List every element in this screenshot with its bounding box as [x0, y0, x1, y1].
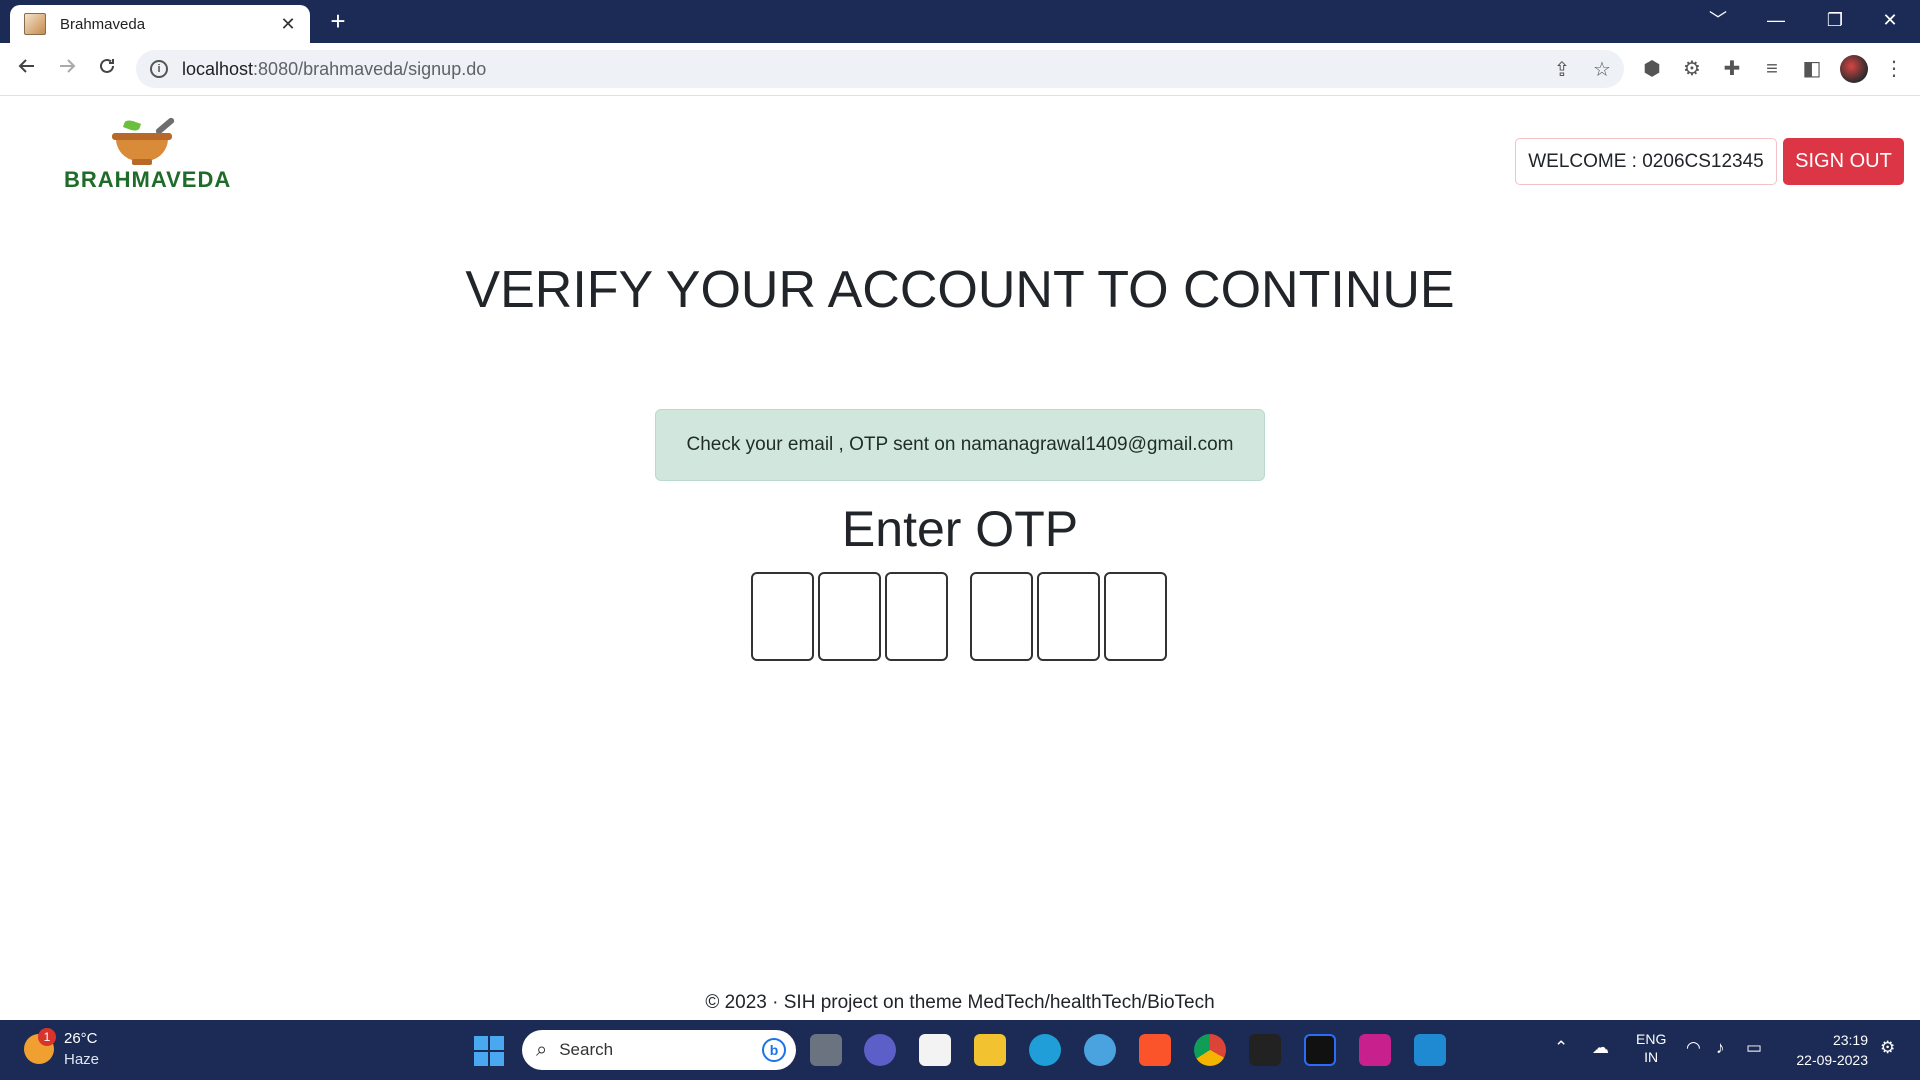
side-panel-icon[interactable]: ◧ — [1800, 57, 1824, 81]
microsoft-store-icon[interactable] — [919, 1034, 951, 1066]
url-path: :8080/brahmaveda/signup.do — [253, 58, 487, 79]
logo-text: BRAHMAVEDA — [64, 167, 232, 192]
edge-icon[interactable] — [1029, 1034, 1061, 1066]
browser-tab[interactable]: Brahmaveda ✕ — [10, 5, 310, 43]
close-window-icon[interactable]: ✕ — [1866, 4, 1914, 36]
settings-extension-icon[interactable]: ⚙ — [1680, 57, 1704, 81]
file-explorer-icon[interactable] — [974, 1034, 1006, 1066]
restore-icon[interactable]: ❐ — [1810, 4, 1860, 36]
region-code: IN — [1644, 1049, 1659, 1065]
close-tab-icon[interactable]: ✕ — [276, 14, 300, 35]
browser-toolbar: i localhost:8080/brahmaveda/signup.do ⇪ … — [0, 43, 1920, 96]
brave-icon[interactable] — [1139, 1034, 1171, 1066]
page-title: VERIFY YOUR ACCOUNT TO CONTINUE — [465, 261, 1455, 319]
reading-list-icon[interactable]: ≡ — [1760, 57, 1784, 81]
profile-avatar[interactable] — [1840, 55, 1868, 83]
taskbar: 1 26°C Haze ⌕ Search b ⌃ ☁ ENG IN ◠ ♪ ▭ … — [0, 1020, 1920, 1080]
search-icon: ⌕ — [536, 1038, 548, 1061]
maps-icon[interactable] — [1084, 1034, 1116, 1066]
otp-digit-6[interactable] — [1104, 572, 1167, 661]
bookmark-star-icon[interactable]: ☆ — [1590, 58, 1614, 82]
footer-text: © 2023 · SIH project on theme MedTech/he… — [705, 992, 1215, 1013]
chrome-icon[interactable] — [1194, 1034, 1226, 1066]
brand-logo[interactable]: BRAHMAVEDA — [64, 116, 244, 192]
weather-condition[interactable]: Haze — [64, 1051, 99, 1068]
otp-digit-5[interactable] — [1037, 572, 1100, 661]
share-icon[interactable]: ⇪ — [1550, 58, 1574, 82]
new-tab-button[interactable]: + — [322, 6, 354, 38]
mortar-base-shape — [132, 159, 152, 165]
windows-start-icon[interactable] — [474, 1036, 504, 1066]
language-indicator[interactable]: ENG IN — [1636, 1030, 1666, 1066]
start-tile — [474, 1036, 488, 1050]
back-icon[interactable] — [11, 53, 43, 85]
weather-temperature[interactable]: 26°C — [64, 1030, 98, 1047]
favicon-icon — [24, 13, 46, 35]
otp-sent-alert: Check your email , OTP sent on namanagra… — [655, 409, 1265, 481]
mysql-workbench-icon[interactable] — [1249, 1034, 1281, 1066]
volume-icon[interactable]: ♪ — [1716, 1038, 1725, 1058]
otp-digit-4[interactable] — [970, 572, 1033, 661]
tab-title: Brahmaveda — [60, 15, 146, 33]
start-tile — [490, 1036, 504, 1050]
browser-tab-bar: Brahmaveda ✕ + ﹀ — ❐ ✕ — [0, 0, 1920, 43]
notification-center-icon[interactable]: ⚙ — [1880, 1038, 1895, 1058]
start-tile — [474, 1052, 488, 1066]
vscode-icon[interactable] — [1414, 1034, 1446, 1066]
battery-icon[interactable]: ▭ — [1746, 1038, 1762, 1058]
clock-time: 23:19 — [1832, 1032, 1868, 1048]
show-hidden-icons-icon[interactable]: ⌃ — [1554, 1038, 1568, 1058]
wifi-icon[interactable]: ◠ — [1686, 1038, 1701, 1058]
otp-digit-3[interactable] — [885, 572, 948, 661]
otp-title: Enter OTP — [841, 501, 1079, 557]
tab-search-icon[interactable]: ﹀ — [1694, 4, 1742, 36]
bing-icon[interactable]: b — [762, 1038, 786, 1062]
language-code: ENG — [1636, 1031, 1667, 1047]
page-content: BRAHMAVEDA WELCOME : 0206CS12345 SIGN OU… — [0, 97, 1920, 1020]
paint-app-icon[interactable] — [1359, 1034, 1391, 1066]
address-bar[interactable]: i localhost:8080/brahmaveda/signup.do ⇪ … — [136, 50, 1624, 88]
teams-chat-icon[interactable] — [864, 1034, 896, 1066]
menu-kebab-icon[interactable]: ⋮ — [1882, 57, 1906, 81]
weather-alert-badge: 1 — [38, 1028, 56, 1046]
taskbar-search-box[interactable]: ⌕ Search b — [522, 1030, 796, 1070]
system-clock[interactable]: 23:19 22-09-2023 — [1786, 1030, 1868, 1070]
minimize-icon[interactable]: — — [1752, 4, 1800, 36]
mortar-rim-shape — [112, 133, 172, 140]
leaf-shape — [122, 118, 142, 133]
sign-out-button[interactable]: SIGN OUT — [1783, 138, 1904, 185]
reload-icon[interactable] — [91, 53, 123, 85]
site-info-icon[interactable]: i — [150, 60, 168, 78]
search-placeholder: Search — [559, 1040, 614, 1059]
forward-icon[interactable] — [51, 53, 83, 85]
otp-digit-1[interactable] — [751, 572, 814, 661]
url-text: localhost:8080/brahmaveda/signup.do — [182, 59, 486, 80]
onedrive-icon[interactable]: ☁ — [1592, 1038, 1609, 1058]
webstorm-icon[interactable] — [1304, 1034, 1336, 1066]
puzzle-extension-icon[interactable]: ✚ — [1720, 57, 1744, 81]
shield-extension-icon[interactable]: ⬢ — [1640, 57, 1664, 81]
start-tile — [490, 1052, 504, 1066]
otp-digit-2[interactable] — [818, 572, 881, 661]
task-view-icon[interactable] — [810, 1034, 842, 1066]
url-host: localhost — [182, 58, 254, 79]
welcome-badge: WELCOME : 0206CS12345 — [1515, 138, 1777, 185]
clock-date: 22-09-2023 — [1796, 1052, 1868, 1068]
